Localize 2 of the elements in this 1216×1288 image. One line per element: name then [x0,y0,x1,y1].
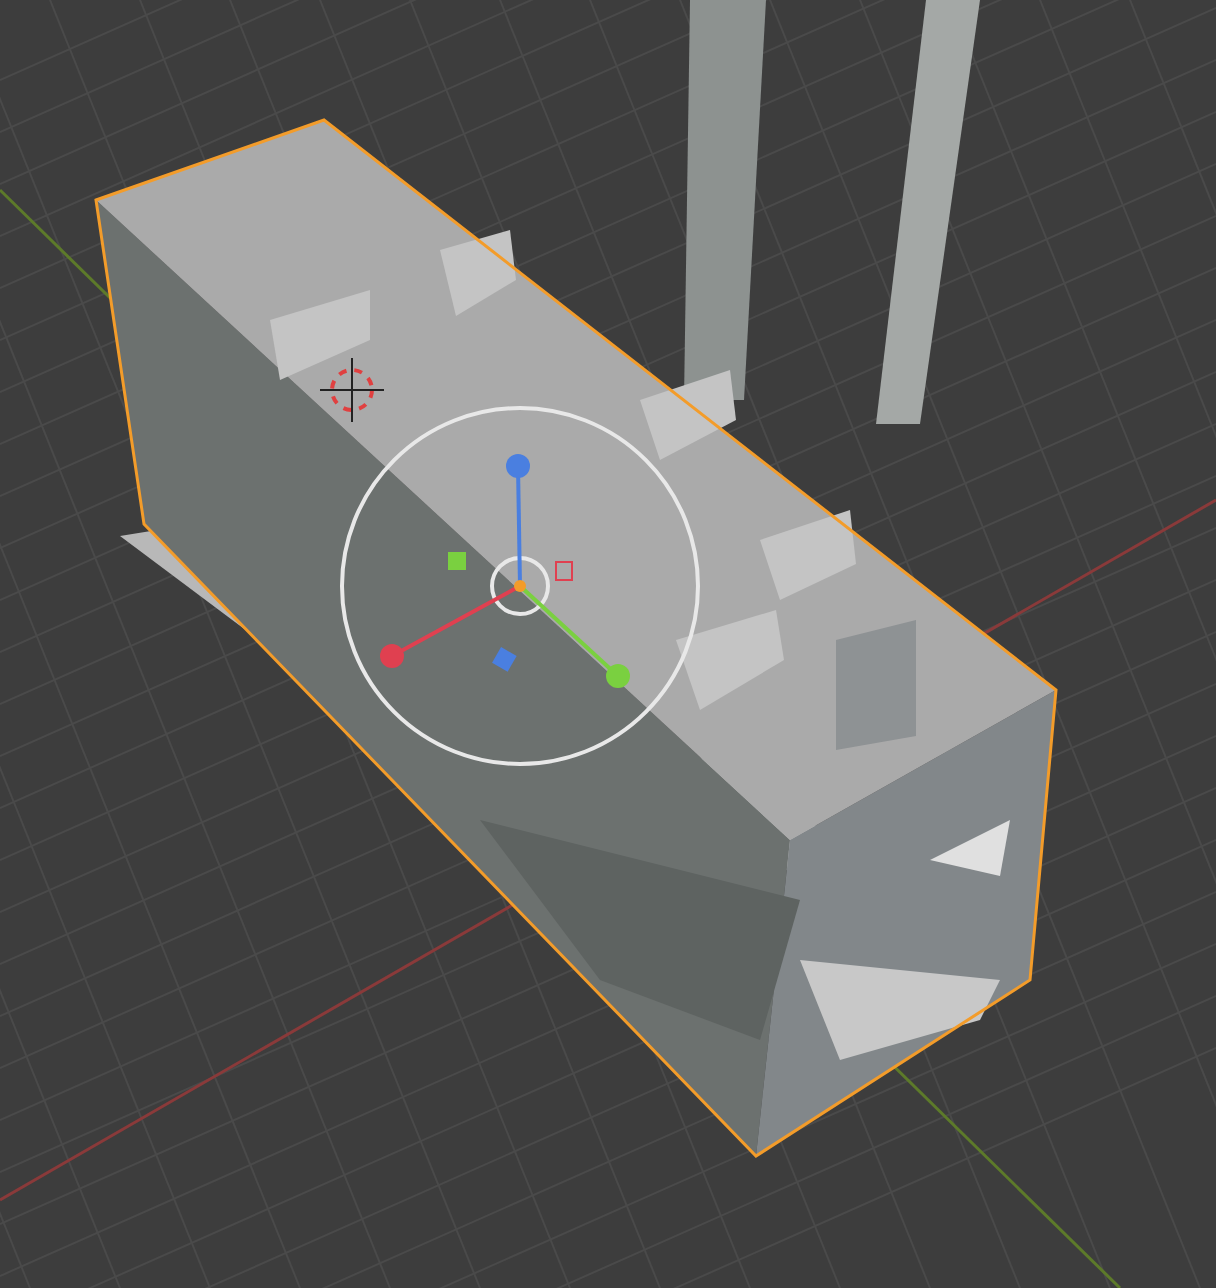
3d-cursor-icon [319,357,385,423]
transform-gizmo[interactable] [340,406,700,766]
